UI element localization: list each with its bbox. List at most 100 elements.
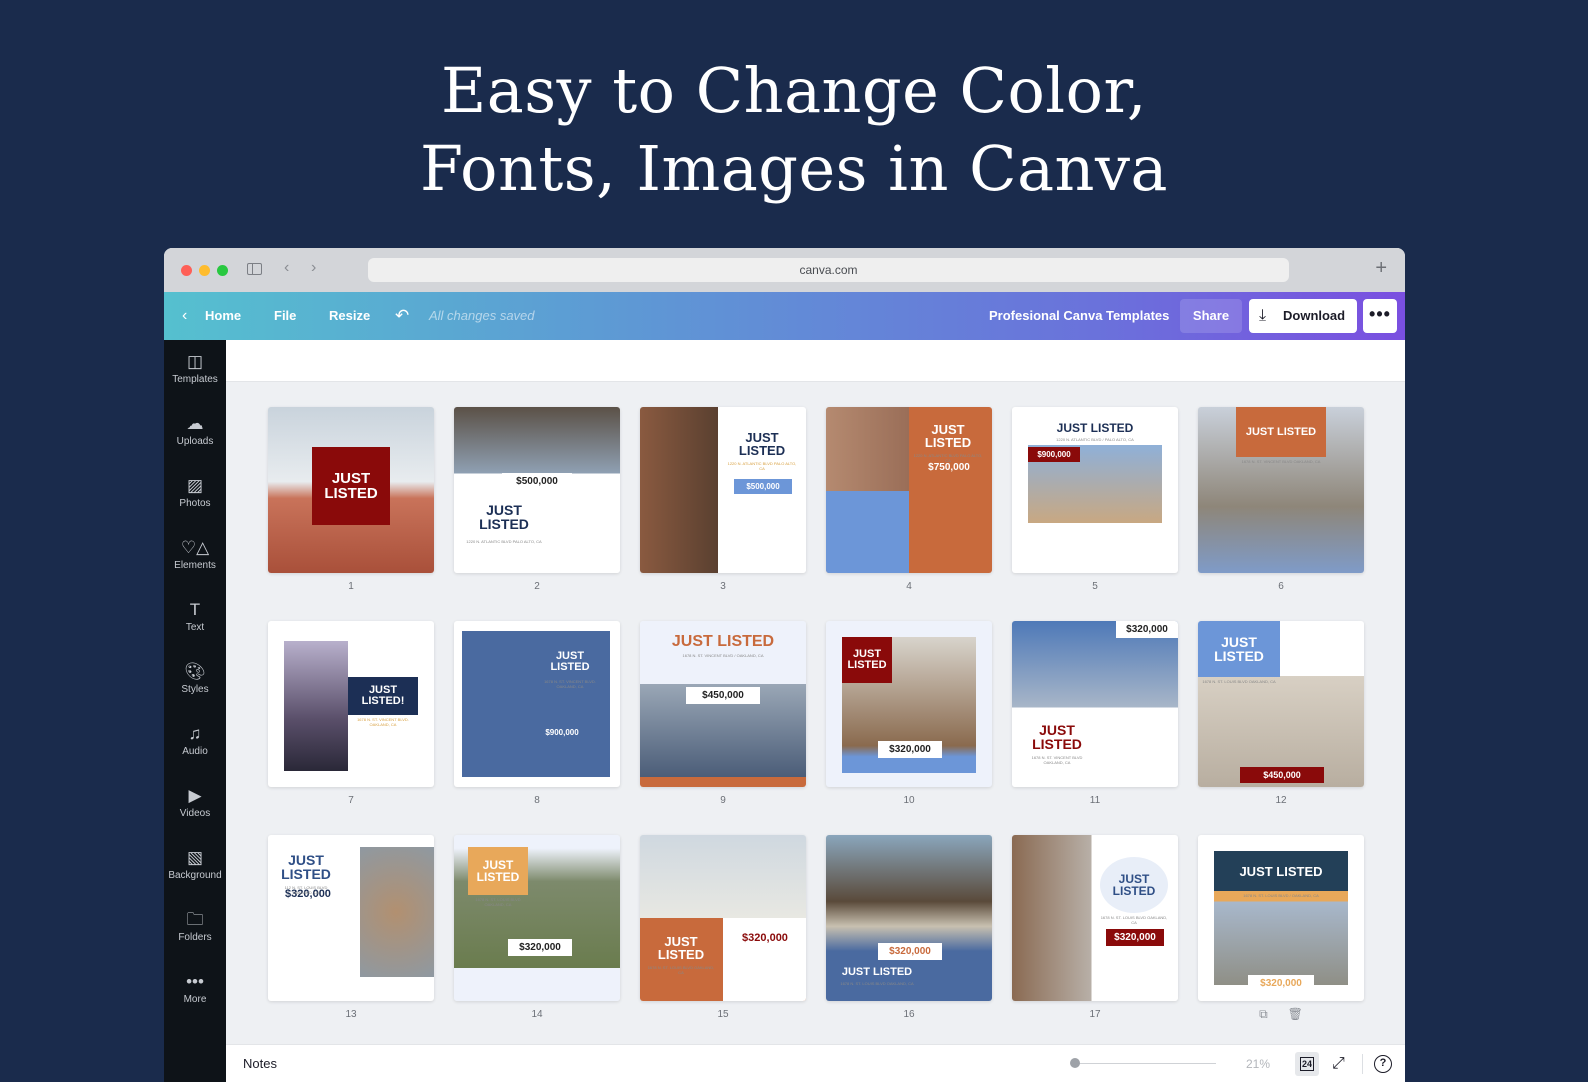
rail-label: Text	[185, 622, 205, 633]
rail-item-uploads[interactable]: ☁ Uploads	[164, 402, 226, 464]
maximize-window-button[interactable]	[217, 265, 228, 276]
just-listed-heading: JUST LISTED	[1100, 857, 1168, 913]
thumbnail-photo	[360, 847, 434, 977]
page-thumbnail[interactable]: JUST LISTED $320,000 1678 N. ST. VINCENT B…	[1012, 621, 1178, 787]
heading-text: JUST LISTED	[841, 965, 913, 978]
text-icon: T	[189, 600, 201, 619]
close-window-button[interactable]	[181, 265, 192, 276]
resize-button[interactable]: Resize	[329, 292, 370, 340]
just-listed-heading: JUST LISTED	[832, 965, 922, 979]
zoom-slider-track[interactable]	[1074, 1063, 1216, 1064]
just-listed-heading: JUST LISTED	[650, 633, 796, 651]
minimize-window-button[interactable]	[199, 265, 210, 276]
page-actions: ⧉ 🗑︎	[1198, 1007, 1364, 1022]
listing-price: $900,000	[1028, 447, 1080, 462]
page-number: 6	[1278, 581, 1284, 592]
heading-text: JUST LISTED	[738, 430, 786, 458]
rail-item-folders[interactable]: 🗀 Folders	[164, 898, 226, 960]
sidebar-toggle-icon[interactable]	[247, 263, 262, 275]
page-cell: JUST LISTED 1	[268, 407, 434, 592]
page-thumbnail[interactable]: JUST LISTED $320,000 1678 N. ST. LOUIS BLV…	[1012, 835, 1178, 1001]
page-thumbnail[interactable]: JUST LISTED $900,000 1678 N. ST. VINCENT B…	[454, 621, 620, 787]
undo-icon[interactable]: ↶	[395, 292, 409, 340]
page-thumbnail[interactable]: JUST LISTED $320,000 1678 N. ST. LOUIS BLV…	[1198, 835, 1364, 1001]
page-thumbnail[interactable]: JUST LISTED $450,000 1678 N. ST. VINCENT B…	[640, 621, 806, 787]
more-icon: •••	[186, 972, 204, 991]
delete-page-icon[interactable]: 🗑︎	[1288, 1007, 1303, 1022]
browser-back-icon[interactable]: ‹	[284, 259, 289, 277]
rail-item-elements[interactable]: ♡△ Elements	[164, 526, 226, 588]
heading-text: JUST LISTED	[479, 502, 529, 532]
page-thumbnail[interactable]: JUST LISTED $500,000 1220 N. ATLANTIC BLVD…	[454, 407, 620, 573]
rail-item-text[interactable]: T Text	[164, 588, 226, 650]
listing-address: 1678 N. ST. LOUIS BLVD OAKLAND, CA	[475, 897, 521, 908]
page-thumbnail[interactable]: JUST LISTED $320,000 1678 N. ST. LOUIS BLV…	[454, 835, 620, 1001]
just-listed-heading: JUST LISTED	[1198, 621, 1280, 677]
page-thumbnail[interactable]: JUST LISTED $320,000 1678 N. ST. LOUIS BLV…	[826, 835, 992, 1001]
listing-address: 112 N. ST. LOUIS BLVD OAKLAND, CA	[284, 885, 328, 896]
page-thumbnail[interactable]: JUST LISTED $320,000 112 N. ST. LOUIS BLVD…	[268, 835, 434, 1001]
videos-icon: ▶	[188, 786, 202, 805]
browser-window: ‹ › canva.com + ‹ Home File Resize ↶ All…	[164, 248, 1405, 1082]
listing-address: 1220 N. ATLANTIC BLVD PALO ALTO, CA	[466, 539, 542, 544]
more-options-button[interactable]: •••	[1363, 299, 1397, 333]
browser-forward-icon[interactable]: ›	[311, 259, 316, 277]
page-thumbnail[interactable]: JUST LISTED! 1678 N. ST. VINCENT BLVD. OA…	[268, 621, 434, 787]
listing-price: $450,000	[1240, 767, 1324, 783]
page-number: 8	[534, 795, 540, 806]
listing-address: 1678 N. ST. LOUIS BLVD OAKLAND, CA	[1100, 915, 1168, 926]
download-icon: ⤓	[1259, 307, 1267, 324]
templates-icon: ◫	[186, 352, 204, 371]
heading-text: JUST LISTED	[476, 858, 520, 884]
zoom-percentage[interactable]: 21%	[1246, 1045, 1270, 1082]
rail-item-styles[interactable]: 🎨︎ Styles	[164, 650, 226, 712]
rail-item-photos[interactable]: ▨ Photos	[164, 464, 226, 526]
listing-address: 1678 N. ST. VINCENT BLVD OAKLAND, CA	[1031, 755, 1083, 766]
file-menu-button[interactable]: File	[274, 292, 296, 340]
editor-toolbar: ‹ Home File Resize ↶ All changes saved P…	[164, 292, 1405, 340]
help-icon[interactable]: ?	[1374, 1055, 1392, 1073]
design-title[interactable]: Profesional Canva Templates	[989, 292, 1169, 340]
page-thumbnail[interactable]: JUST LISTED 1678 N. ST. VINCENT BLVD OAKL…	[1198, 407, 1364, 573]
notes-button[interactable]: Notes	[243, 1045, 277, 1082]
just-listed-heading: JUST LISTED	[646, 933, 716, 963]
duplicate-page-icon[interactable]: ⧉	[1259, 1007, 1268, 1022]
listing-price: $320,000	[878, 741, 942, 758]
share-button[interactable]: Share	[1180, 299, 1242, 333]
listing-address: 1678 N. ST. VINCENT BLVD. OAKLAND, CA	[544, 679, 596, 690]
listing-address: 1678 N. ST. LOUIS BLVD OAKLAND, CA	[840, 981, 914, 986]
page-thumbnail[interactable]: JUST LISTED $500,000 1220 N. ATLANTIC BLVD…	[640, 407, 806, 573]
rail-label: Styles	[181, 684, 209, 695]
listing-address: 1220 N. ATLANTIC BLVD / PALO ALTO, CA	[1056, 437, 1134, 442]
page-thumbnail[interactable]: JUST LISTED $450,000 1678 N. ST. LOUIS BLV…	[1198, 621, 1364, 787]
page-cell: JUST LISTED $320,000 112 N. ST. LOUIS BLVD…	[268, 835, 434, 1020]
rail-item-audio[interactable]: ♫ Audio	[164, 712, 226, 774]
new-tab-icon[interactable]: +	[1375, 258, 1387, 278]
address-bar[interactable]: canva.com	[368, 258, 1289, 282]
page-number: 15	[717, 1009, 729, 1020]
rail-item-videos[interactable]: ▶ Videos	[164, 774, 226, 836]
fullscreen-icon[interactable]: ⤢	[1332, 1045, 1345, 1082]
grid-view-button[interactable]: 24	[1295, 1052, 1319, 1076]
listing-price: $450,000	[686, 687, 760, 704]
page-number: 7	[348, 795, 354, 806]
page-thumbnail[interactable]: JUST LISTED $320,000	[826, 621, 992, 787]
page-thumbnail[interactable]: JUST LISTED $900,000 1220 N. ATLANTIC BLVD…	[1012, 407, 1178, 573]
back-chevron-icon[interactable]: ‹	[182, 292, 187, 340]
heading-text: JUST LISTED	[1056, 421, 1134, 435]
zoom-slider-handle[interactable]	[1070, 1058, 1080, 1068]
heading-text: JUST LISTED	[671, 633, 775, 650]
rail-item-more[interactable]: ••• More	[164, 960, 226, 1022]
page-thumbnail[interactable]: JUST LISTED	[268, 407, 434, 573]
uploads-icon: ☁	[186, 414, 204, 433]
rail-item-templates[interactable]: ◫ Templates	[164, 340, 226, 402]
download-button[interactable]: ⤓ Download	[1249, 299, 1357, 333]
rail-item-background[interactable]: ▧ Background	[164, 836, 226, 898]
page-grid: JUST LISTED 1 JUST LISTED $500,000 1220 N. A…	[268, 407, 1364, 1021]
page-number: 2	[534, 581, 540, 592]
home-button[interactable]: Home	[205, 292, 241, 340]
page-thumbnail[interactable]: JUST LISTED $750,000 1220 N. ATLANTIC BLVD…	[826, 407, 992, 573]
just-listed-heading: JUST LISTED!	[348, 677, 418, 715]
page-thumbnail[interactable]: JUST LISTED $320,000 1678 N. ST. LOUIS BLV…	[640, 835, 806, 1001]
rail-label: Videos	[179, 808, 211, 819]
